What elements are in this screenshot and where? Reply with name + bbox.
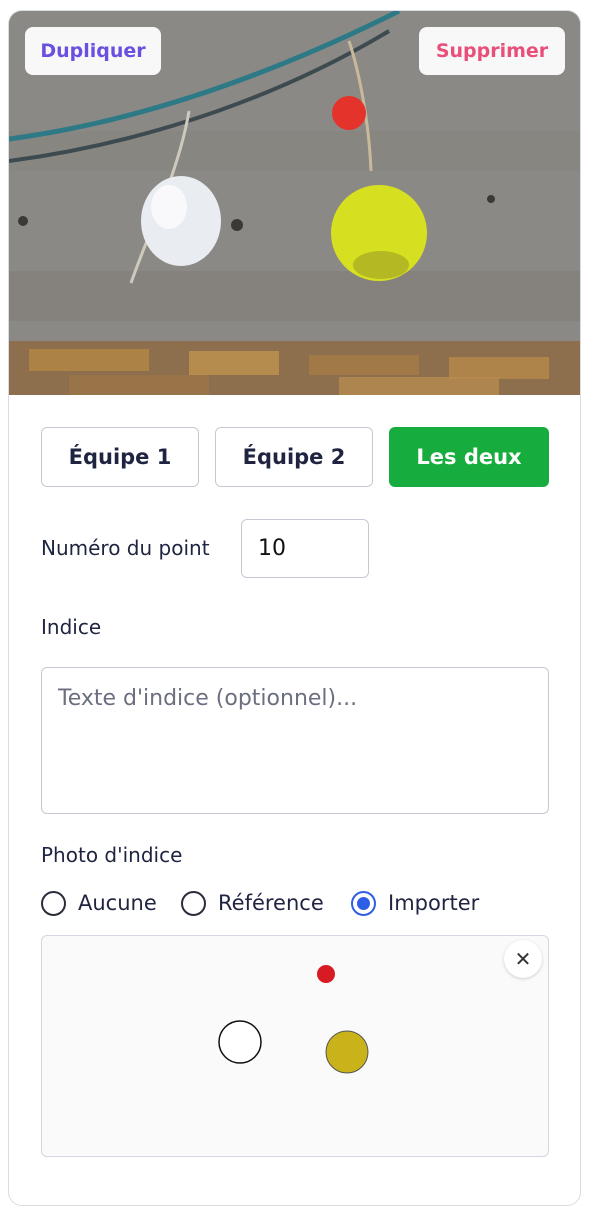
duplicate-button[interactable]: Dupliquer	[25, 27, 161, 75]
point-number-input[interactable]: 10	[241, 519, 369, 578]
hint-textarea[interactable]: Texte d'indice (optionnel)...	[41, 667, 549, 814]
radio-label: Importer	[388, 891, 480, 915]
radio-importer[interactable]: Importer	[351, 889, 479, 917]
team-2-button[interactable]: Équipe 2	[215, 427, 373, 487]
hint-photo-options: Aucune Référence Importer	[41, 889, 549, 917]
point-editor-card: Dupliquer Supprimer Équipe 1 Équipe 2 Le…	[8, 10, 581, 1206]
hint-photo-preview: ✕	[41, 935, 549, 1157]
hint-photo-image	[218, 965, 369, 1074]
hint-photo-label: Photo d'indice	[41, 843, 183, 867]
radio-label: Aucune	[78, 891, 157, 915]
radio-selected-icon	[351, 890, 376, 916]
team-1-button[interactable]: Équipe 1	[41, 427, 199, 487]
radio-aucune[interactable]: Aucune	[41, 889, 157, 917]
both-teams-button[interactable]: Les deux	[389, 427, 549, 487]
radio-button-icon	[181, 890, 206, 916]
point-number-label: Numéro du point	[41, 536, 210, 560]
radio-reference[interactable]: Référence	[181, 889, 324, 917]
radio-button-icon	[41, 890, 66, 916]
close-icon[interactable]: ✕	[504, 940, 542, 978]
point-photo: Dupliquer Supprimer	[9, 11, 580, 395]
hint-label: Indice	[41, 615, 102, 639]
delete-button[interactable]: Supprimer	[419, 27, 565, 75]
radio-label: Référence	[218, 891, 324, 915]
team-selector: Équipe 1 Équipe 2 Les deux	[41, 427, 549, 487]
